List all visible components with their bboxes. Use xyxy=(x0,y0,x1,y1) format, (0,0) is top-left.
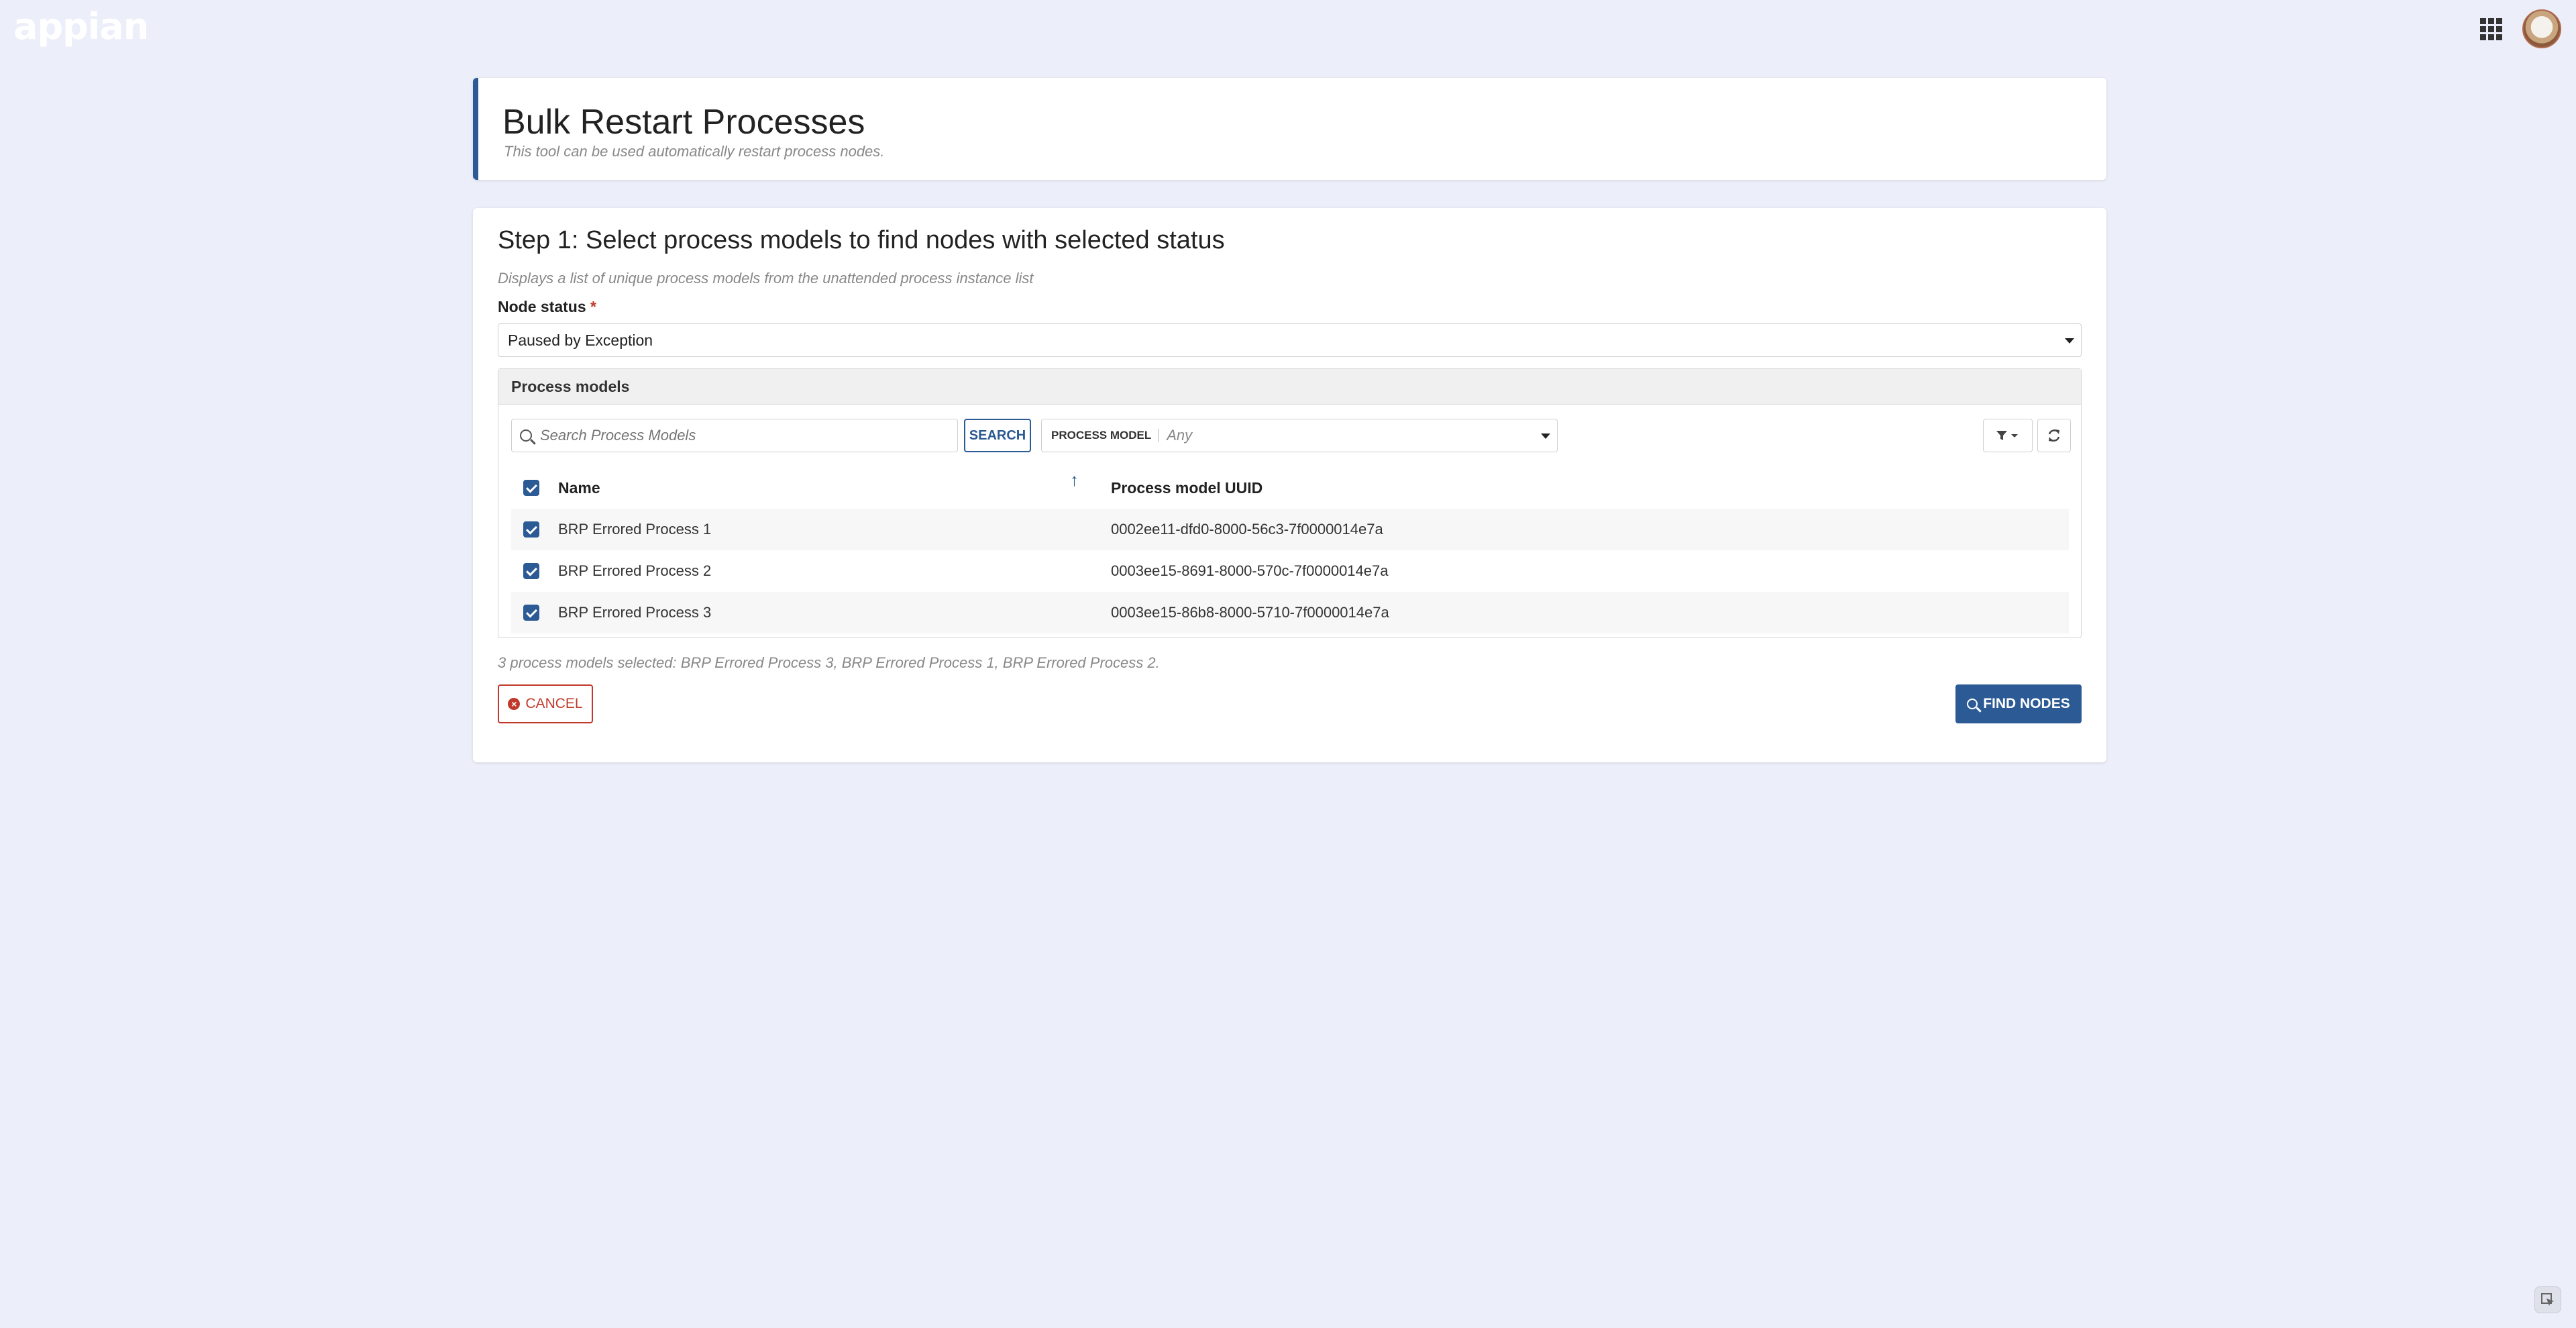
app-grid-icon[interactable] xyxy=(2480,17,2502,40)
node-status-label-text: Node status xyxy=(498,298,586,315)
row-checkbox[interactable] xyxy=(523,605,539,621)
selection-summary: 3 process models selected: BRP Errored P… xyxy=(498,654,1160,671)
search-button[interactable]: SEARCH xyxy=(964,419,1031,452)
search-icon xyxy=(1967,699,1978,709)
table-row[interactable]: BRP Errored Process 2 0003ee15-8691-8000… xyxy=(511,550,2069,592)
row-uuid: 0002ee11-dfd0-8000-56c3-7f0000014e7a xyxy=(1111,521,1383,538)
row-name: BRP Errored Process 2 xyxy=(558,562,712,579)
top-right-toolbar xyxy=(2480,9,2561,48)
panel-title: Process models xyxy=(498,369,2081,405)
user-avatar[interactable] xyxy=(2522,9,2561,48)
page-title: Bulk Restart Processes xyxy=(502,103,865,142)
step-description: Displays a list of unique process models… xyxy=(498,270,1034,287)
search-icon xyxy=(520,429,532,442)
table-header: Name ↑ Process model UUID xyxy=(511,467,2069,509)
node-status-dropdown[interactable]: Paused by Exception xyxy=(498,323,2082,357)
step-card: Step 1: Select process models to find no… xyxy=(473,208,2106,762)
table-row[interactable]: BRP Errored Process 3 0003ee15-86b8-8000… xyxy=(511,592,2069,633)
find-nodes-button[interactable]: FIND NODES xyxy=(1955,684,2082,723)
filter-value: Any xyxy=(1167,427,1193,444)
refresh-button[interactable] xyxy=(2037,419,2071,452)
close-circle-icon: × xyxy=(508,698,521,710)
process-model-filter[interactable]: PROCESS MODEL Any xyxy=(1041,419,1558,452)
row-uuid: 0003ee15-8691-8000-570c-7f0000014e7a xyxy=(1111,562,1389,579)
step-title: Step 1: Select process models to find no… xyxy=(498,226,1225,254)
filter-icon xyxy=(1996,431,2018,440)
process-models-panel: Process models SEARCH PROCESS MODEL Any xyxy=(498,368,2082,638)
filter-label: PROCESS MODEL xyxy=(1051,429,1159,442)
row-checkbox[interactable] xyxy=(523,563,539,579)
refresh-icon xyxy=(2048,429,2060,442)
search-box[interactable] xyxy=(511,419,958,452)
select-all-checkbox[interactable] xyxy=(523,480,539,496)
page-subtitle: This tool can be used automatically rest… xyxy=(504,143,885,160)
row-name: BRP Errored Process 1 xyxy=(558,521,712,538)
node-status-label: Node status * xyxy=(498,298,596,316)
column-name-label: Name xyxy=(558,478,600,497)
chevron-down-icon xyxy=(1541,433,1550,439)
table-row[interactable]: BRP Errored Process 1 0002ee11-dfd0-8000… xyxy=(511,509,2069,550)
appian-logo[interactable]: appian xyxy=(13,5,149,48)
cancel-label: CANCEL xyxy=(525,696,583,711)
process-models-table: Name ↑ Process model UUID BRP Errored Pr… xyxy=(511,467,2069,633)
search-input[interactable] xyxy=(540,427,943,444)
chevron-down-icon xyxy=(2065,338,2074,344)
find-nodes-label: FIND NODES xyxy=(1983,696,2070,711)
filter-menu-button[interactable] xyxy=(1983,419,2033,452)
header-card: Bulk Restart Processes This tool can be … xyxy=(473,78,2106,180)
row-name: BRP Errored Process 3 xyxy=(558,604,712,621)
column-header-name[interactable]: Name ↑ xyxy=(558,470,1079,497)
cancel-button[interactable]: × CANCEL xyxy=(498,684,593,723)
required-marker: * xyxy=(590,298,596,315)
row-checkbox[interactable] xyxy=(523,521,539,538)
feedback-icon[interactable] xyxy=(2534,1286,2561,1313)
column-header-uuid[interactable]: Process model UUID xyxy=(1079,479,2069,497)
node-status-value: Paused by Exception xyxy=(508,331,653,349)
row-uuid: 0003ee15-86b8-8000-5710-7f0000014e7a xyxy=(1111,604,1389,621)
sort-ascending-icon[interactable]: ↑ xyxy=(1070,470,1079,491)
